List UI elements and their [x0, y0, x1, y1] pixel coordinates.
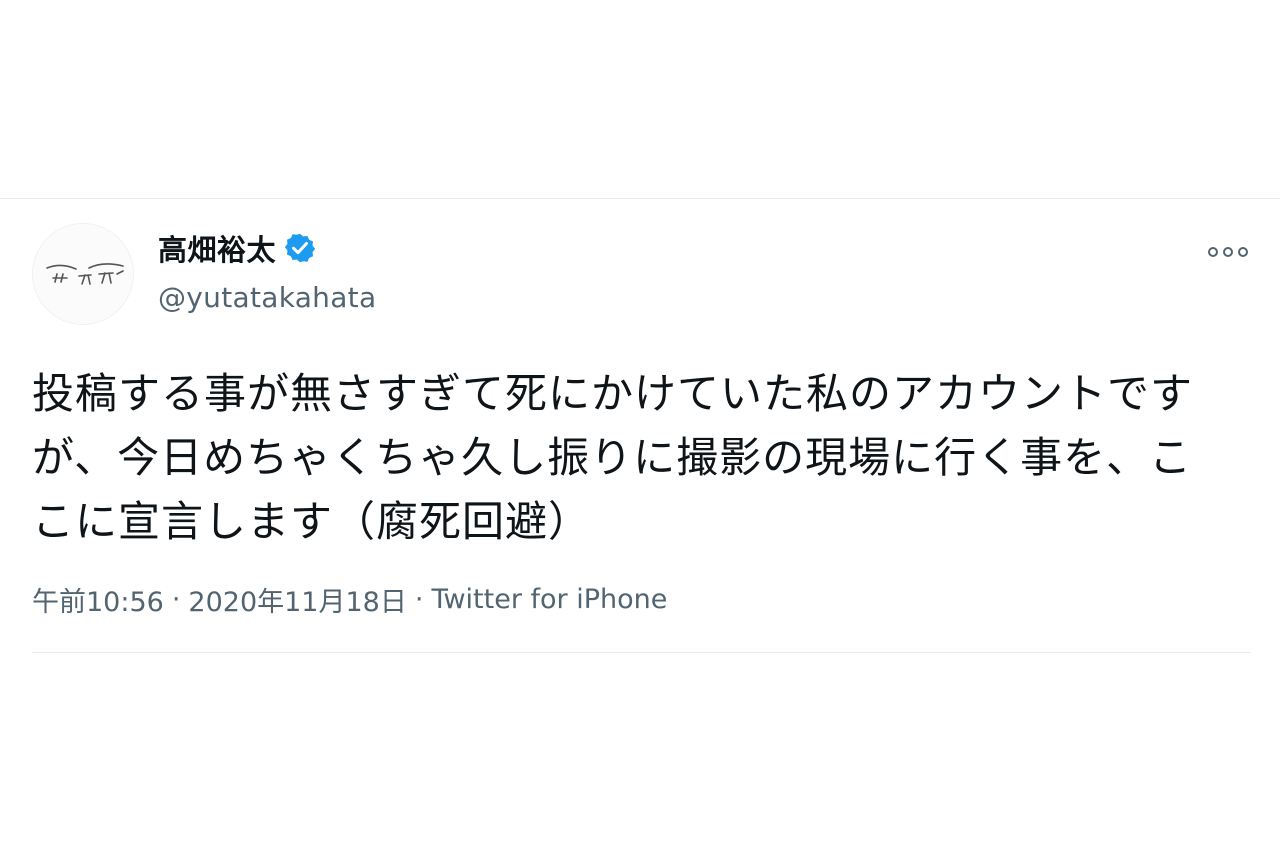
meta-separator: ·: [171, 583, 181, 615]
tweet-source[interactable]: Twitter for iPhone: [431, 584, 667, 615]
tweet-metadata: 午前10:56 · 2020年11月18日 · Twitter for iPho…: [32, 579, 1250, 619]
meta-separator: ·: [414, 583, 424, 615]
tweet-time[interactable]: 午前10:56: [32, 580, 164, 619]
more-dot: [1208, 247, 1218, 257]
tweet-page: 高畑裕太 @yutatakahata 投稿する事が無さすぎて死にかけていた私のア…: [0, 0, 1280, 853]
avatar-drawing: [33, 224, 133, 324]
tweet-text: 投稿する事が無さすぎて死にかけていた私のアカウントですが、今日めちゃくちゃ久し振…: [32, 369, 1194, 546]
bottom-divider: [32, 652, 1250, 653]
author-block: 高畑裕太 @yutatakahata: [158, 228, 376, 314]
more-options-icon[interactable]: [1208, 242, 1248, 262]
user-handle[interactable]: @yutatakahata: [158, 281, 376, 314]
top-divider: [0, 198, 1280, 199]
more-dot: [1223, 247, 1233, 257]
more-dot: [1238, 247, 1248, 257]
tweet-date[interactable]: 2020年11月18日: [188, 580, 406, 619]
name-row: 高畑裕太: [158, 228, 376, 268]
verified-badge-icon: [284, 232, 316, 264]
tweet-card: 高畑裕太 @yutatakahata 投稿する事が無さすぎて死にかけていた私のア…: [32, 220, 1250, 653]
display-name[interactable]: 高畑裕太: [158, 227, 276, 269]
avatar[interactable]: [32, 223, 134, 325]
tweet-header: 高畑裕太 @yutatakahata: [32, 220, 1250, 330]
